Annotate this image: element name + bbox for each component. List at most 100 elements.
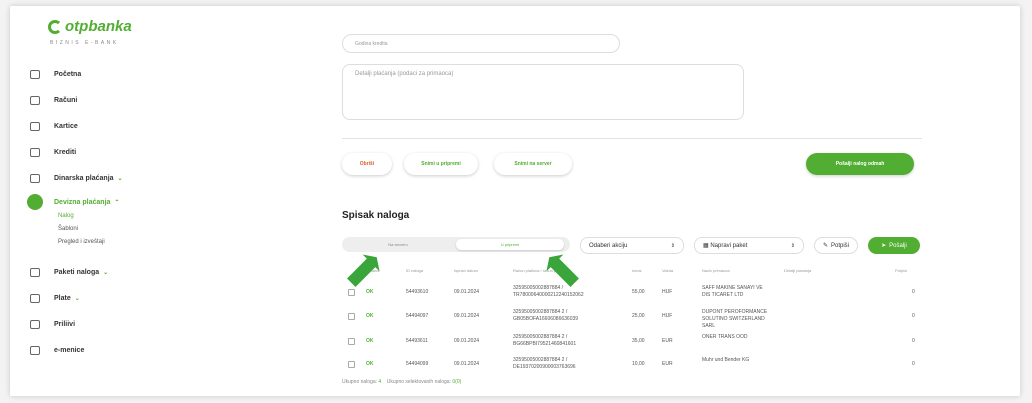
chevron-up-icon: ⌃ [114, 199, 120, 206]
cell-account-recipient: TR78000640000212240152062 [513, 292, 584, 298]
sidebar-item-label: Plate [54, 295, 71, 302]
sidebar-item-label: Dinarska plaćanja [54, 175, 114, 182]
payment-icon [30, 174, 40, 183]
chevron-down-icon: ⌄ [103, 270, 109, 276]
posalji-nalog-button[interactable]: Pošalji nalog odmah [806, 153, 914, 175]
cell-recipient: SAFF MAKINE SANAYI VE [702, 285, 763, 291]
sidebar-item-dinarska[interactable]: Dinarska plaćanja ⌄ [30, 174, 123, 183]
cell-account-payer: 32595005002887884 2 / [513, 309, 568, 315]
sidebar-item-emenice[interactable]: e-menice [30, 346, 84, 355]
header-detalji[interactable]: Detalji plaćanja [784, 268, 811, 273]
sidebar-item-devizna[interactable]: Devizna plaćanja ⌃ [27, 194, 120, 210]
obrisi-button[interactable]: Obriši [342, 153, 392, 175]
cell-date: 09.01.2024 [454, 313, 480, 319]
chevron-down-icon: ⌄ [74, 296, 80, 302]
row-checkbox[interactable] [348, 361, 355, 368]
snimi-pripremu-button[interactable]: Snimi u pripremi [404, 153, 478, 175]
row-checkbox[interactable] [348, 289, 355, 296]
sidebar-item-paketi[interactable]: Paketi naloga ⌄ [30, 268, 108, 277]
table-footer: Ukupno naloga: 4 Ukupno selektovanih nal… [342, 379, 461, 385]
brand-subtitle: BIZNIS E-BANK [50, 40, 119, 46]
sidebar-item-label: Početna [54, 71, 82, 78]
cell-recipient: Muhr und Bender KG [702, 357, 750, 363]
status-badge: OK [366, 338, 374, 344]
potpisi-button[interactable]: ✎ Potpiši [814, 237, 858, 254]
header-potpisi[interactable]: Potpisi [895, 268, 907, 273]
header-naziv[interactable]: Naziv primaoca [702, 268, 730, 273]
sidebar-item-label: Kartice [54, 123, 78, 130]
cell-amount: 10,00 [632, 361, 645, 367]
sidebar-item-kartice[interactable]: Kartice [30, 122, 78, 131]
package-icon: ▦ [703, 243, 709, 249]
cell-signatures: 0 [912, 338, 915, 344]
sidebar-item-plate[interactable]: Plate ⌄ [30, 294, 80, 303]
header-valuta[interactable]: Valuta [662, 268, 673, 273]
sidebar-item-pocetna[interactable]: Početna [30, 70, 81, 79]
sidebar-item-krediti[interactable]: Krediti [30, 148, 76, 157]
cell-recipient: SOLUTINO SWITZERLAND [702, 316, 765, 322]
chevron-down-icon: ⌄ [117, 176, 123, 182]
subnav-sabloni[interactable]: Šabloni [58, 226, 78, 232]
subnav-pregled[interactable]: Pregled i izveštaji [58, 239, 105, 245]
sidebar: otpbanka BIZNIS E-BANK Početna Računi Ka… [10, 6, 330, 396]
logo: otpbanka [48, 18, 132, 35]
updown-icon: ⇕ [670, 242, 675, 249]
cell-id: 54494099 [406, 361, 429, 367]
salary-icon [30, 294, 40, 303]
sidebar-item-label: Krediti [54, 149, 77, 156]
selected-value: 0(0) [452, 379, 462, 385]
cell-date: 09.01.2024 [454, 338, 480, 344]
cell-date: 09.01.2024 [454, 361, 480, 367]
header-iznos[interactable]: Iznos [632, 268, 642, 273]
cell-recipient: ONER TRANS OOD [702, 334, 748, 340]
foreign-payment-icon [27, 194, 43, 210]
divider [342, 138, 922, 139]
row-checkbox[interactable] [348, 338, 355, 345]
account-icon [30, 96, 40, 105]
cell-account-payer: 32595005002887884 2 / [513, 357, 568, 363]
header-id[interactable]: ID naloga [406, 268, 423, 273]
detalji-placanja-textarea[interactable]: Detalji plaćanja (podaci za primaoca) [342, 64, 744, 120]
cell-signatures: 0 [912, 289, 915, 295]
send-icon: ➤ [881, 243, 887, 249]
cell-currency: HUF [662, 289, 673, 295]
total-value: 4 [378, 379, 382, 385]
status-badge: OK [366, 313, 374, 319]
subnav-nalog[interactable]: Nalog [58, 213, 74, 219]
page-title: Spisak naloga [342, 210, 410, 221]
sidebar-item-label: e-menice [54, 347, 85, 354]
snimi-server-button[interactable]: Snimi na server [494, 153, 572, 175]
sidebar-item-prilivi[interactable]: Priliivi [30, 320, 75, 329]
cell-id: 54493610 [406, 289, 429, 295]
selected-label: Ukupno selektovanih naloga: [386, 379, 451, 385]
row-checkbox[interactable] [348, 313, 355, 320]
select-value: ▦ Napravi paket [703, 242, 747, 249]
cell-recipient: DIS TICARET LTD [702, 292, 744, 298]
cell-recipient: DUPONT PEROFORMANCE [702, 309, 768, 315]
sidebar-item-label: Devizna plaćanja [54, 198, 111, 206]
sidebar-item-label: Računi [54, 97, 78, 104]
sidebar-item-label: Priliivi [54, 321, 76, 328]
sidebar-item-label: Paketi naloga [54, 269, 100, 276]
posalji-button[interactable]: ➤ Pošalji [868, 237, 920, 254]
cell-amount: 55,00 [632, 289, 645, 295]
godina-kredita-input[interactable]: Godina kredita [342, 34, 620, 53]
status-badge: OK [366, 361, 374, 367]
updown-icon: ⇕ [790, 242, 795, 249]
main-content: Godina kredita Detalji plaćanja (podaci … [332, 6, 1020, 396]
cell-currency: EUR [662, 361, 673, 367]
cell-amount: 25,00 [632, 313, 645, 319]
cell-id: 54494097 [406, 313, 429, 319]
napravi-paket-select[interactable]: ▦ Napravi paket ⇕ [694, 237, 804, 254]
sidebar-item-racuni[interactable]: Računi [30, 96, 77, 105]
odaberi-akciju-select[interactable]: Odaberi akciju ⇕ [580, 237, 684, 254]
header-date[interactable]: Ispravi datum [454, 268, 478, 273]
package-icon [30, 268, 40, 277]
cell-date: 09.01.2024 [454, 289, 480, 295]
select-label: Napravi paket [710, 243, 748, 249]
tab-na-serveru[interactable]: Na serveru [346, 239, 450, 250]
cell-account-recipient: GB05BOFA16606086636039 [513, 316, 579, 322]
button-label: Pošalji [889, 242, 907, 249]
button-label: Potpiši [831, 242, 850, 249]
tab-u-pripremi[interactable]: U pripremi [456, 239, 564, 250]
